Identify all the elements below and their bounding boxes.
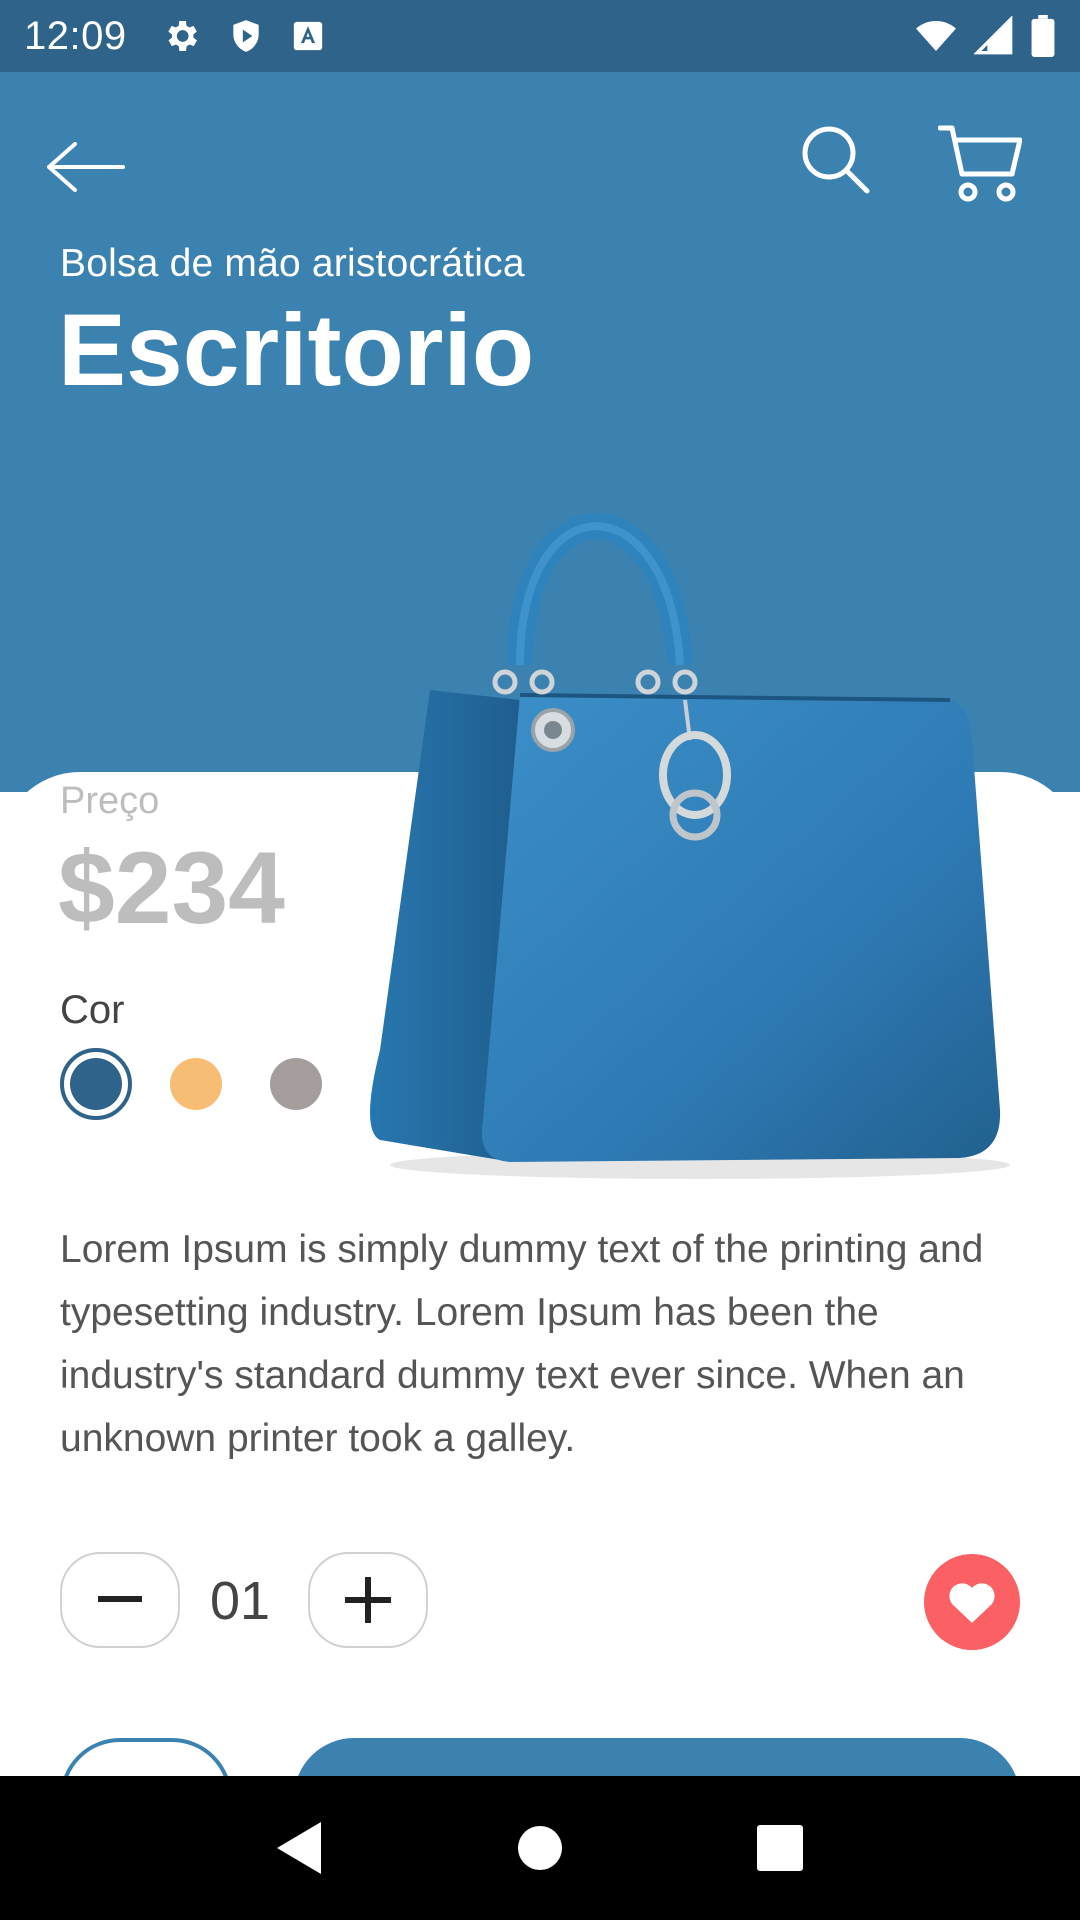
status-right-icons xyxy=(914,15,1056,57)
arrow-left-icon xyxy=(47,142,125,192)
color-swatch-blue[interactable] xyxy=(60,1048,132,1120)
product-subtitle: Bolsa de mão aristocrática xyxy=(60,242,525,285)
color-swatch-gray[interactable] xyxy=(260,1048,332,1120)
product-description: Lorem Ipsum is simply dummy text of the … xyxy=(60,1228,984,1460)
color-swatch-orange[interactable] xyxy=(160,1048,232,1120)
color-label: Cor xyxy=(60,988,125,1032)
price-value: $234 xyxy=(58,831,285,945)
color-swatches xyxy=(60,1048,360,1120)
product-title: Escritorio xyxy=(58,293,535,407)
cart-button[interactable] xyxy=(930,114,1030,214)
home-nav-icon[interactable] xyxy=(517,1825,563,1871)
handbag-image xyxy=(370,513,1010,1179)
search-icon xyxy=(802,126,870,194)
quantity-value: 01 xyxy=(210,1571,271,1631)
recents-nav-icon[interactable] xyxy=(757,1825,803,1871)
status-bar: 12:09 xyxy=(0,0,1080,72)
quantity-increase-button[interactable] xyxy=(308,1552,428,1648)
system-navigation-bar xyxy=(0,1776,1080,1920)
back-button[interactable] xyxy=(40,122,130,212)
signal-icon xyxy=(974,16,1013,55)
swatch-dot xyxy=(270,1058,322,1110)
plus-icon xyxy=(345,1577,391,1623)
battery-icon xyxy=(1031,15,1055,57)
swatch-dot xyxy=(70,1058,122,1110)
minus-icon xyxy=(98,1596,142,1602)
search-button[interactable] xyxy=(790,114,880,204)
heart-icon xyxy=(949,1583,995,1623)
wifi-icon xyxy=(916,21,956,51)
status-time: 12:09 xyxy=(24,13,127,58)
quantity-decrease-button[interactable] xyxy=(60,1552,180,1648)
product-detail-screen: 12:09 Bolsa de mão aristocrática Escrito… xyxy=(0,0,1080,1920)
swatch-dot xyxy=(170,1058,222,1110)
price-label: Preço xyxy=(60,780,160,822)
favorite-button[interactable] xyxy=(924,1554,1020,1650)
font-a-icon xyxy=(293,21,322,51)
cart-icon xyxy=(938,125,1022,202)
shield-play-icon xyxy=(232,20,259,52)
back-nav-icon[interactable] xyxy=(277,1822,323,1874)
gear-icon xyxy=(167,21,197,51)
status-left-icons xyxy=(161,16,325,56)
